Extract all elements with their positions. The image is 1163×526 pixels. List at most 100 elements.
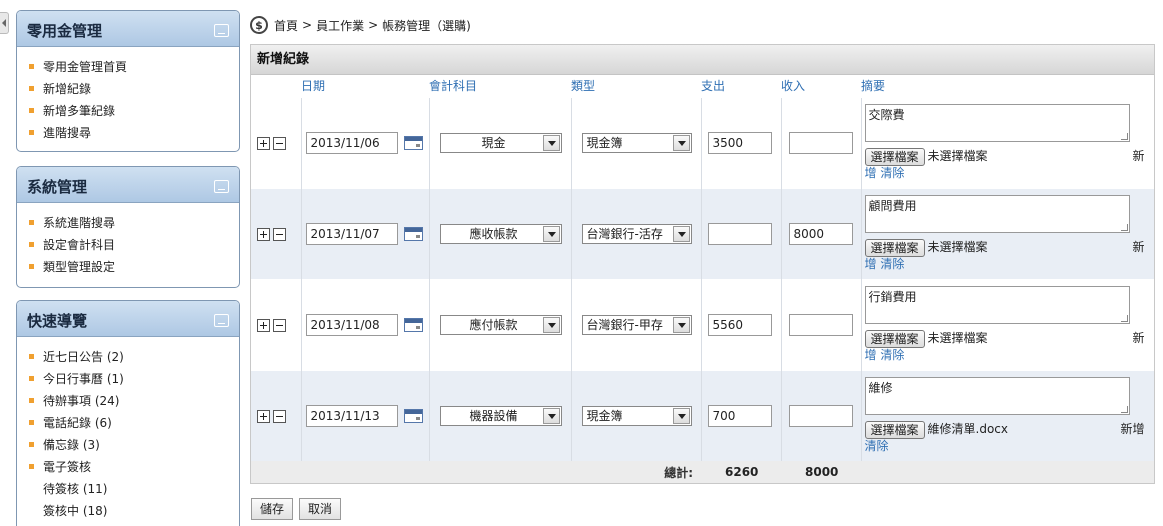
menu-item-calendar[interactable]: 今日行事曆 (1) <box>27 369 239 391</box>
add-attachment-link[interactable]: 新 <box>1132 237 1144 257</box>
account-select[interactable]: 現金 <box>439 132 562 153</box>
add-row-icon[interactable] <box>257 136 270 150</box>
add-attachment-link[interactable]: 新 <box>1132 146 1144 166</box>
file-name: 未選擇檔案 <box>927 240 988 254</box>
add-attachment-link[interactable]: 新增 <box>1120 419 1144 439</box>
menu-item-in-signoff[interactable]: 簽核中 (18) <box>27 501 239 523</box>
income-input[interactable] <box>788 222 853 245</box>
minimize-icon[interactable] <box>214 180 229 193</box>
save-button[interactable]: 儲存 <box>251 498 294 520</box>
menu-item-type-settings[interactable]: 類型管理設定 <box>27 257 239 279</box>
memo-textarea[interactable]: 行銷費用 <box>864 286 1130 324</box>
add-attachment-link-cont[interactable]: 增 <box>865 166 877 180</box>
type-select[interactable]: 現金簿 <box>581 405 692 426</box>
remove-row-icon[interactable] <box>273 136 286 150</box>
minimize-icon[interactable] <box>214 314 229 327</box>
menu-item-label: 簽核中 (18) <box>43 504 108 518</box>
form-actions: 儲存 取消 <box>251 498 347 520</box>
expense-input[interactable] <box>707 131 772 154</box>
menu-item-memo[interactable]: 備忘錄 (3) <box>27 435 239 457</box>
expense-input[interactable] <box>707 222 772 245</box>
panel-menu: 零用金管理首頁 新增紀錄 新增多筆紀錄 進階搜尋 <box>17 47 239 145</box>
resize-grip-icon[interactable] <box>1120 224 1128 231</box>
add-row-icon[interactable] <box>257 318 270 332</box>
resize-grip-icon[interactable] <box>1120 406 1128 414</box>
bullet-icon <box>29 108 34 113</box>
choose-file-button[interactable]: 選擇檔案 <box>864 329 925 348</box>
breadcrumb-section[interactable]: 員工作業 <box>316 17 364 34</box>
memo-textarea[interactable]: 顧問費用 <box>864 195 1130 233</box>
attachment-line: 選擇檔案 未選擇檔案 新 <box>864 237 1145 257</box>
date-input[interactable] <box>305 131 398 154</box>
breadcrumb-separator: > <box>368 18 379 32</box>
calendar-icon[interactable] <box>403 227 423 241</box>
account-select[interactable]: 機器設備 <box>439 405 562 426</box>
resize-grip-icon[interactable] <box>1120 133 1128 140</box>
menu-item-add-multiple[interactable]: 新增多筆紀錄 <box>27 101 239 123</box>
date-input[interactable] <box>305 222 398 245</box>
remove-row-icon[interactable] <box>273 318 286 332</box>
income-input[interactable] <box>788 313 853 336</box>
attachment-actions: 增 清除 <box>865 257 1155 272</box>
menu-item-phone-log[interactable]: 電話紀錄 (6) <box>27 413 239 435</box>
income-input[interactable] <box>788 404 853 427</box>
bullet-icon <box>29 86 34 91</box>
memo-textarea[interactable]: 交際費 <box>864 104 1130 142</box>
resize-grip-icon[interactable] <box>1120 315 1128 322</box>
add-attachment-link-cont[interactable]: 增 <box>865 257 877 271</box>
type-select[interactable]: 台灣銀行-甲存 <box>581 314 692 335</box>
memo-textarea[interactable]: 維修 <box>864 377 1130 416</box>
cancel-button[interactable]: 取消 <box>299 498 342 520</box>
remove-row-icon[interactable] <box>273 227 286 241</box>
menu-item-e-signoff[interactable]: 電子簽核 <box>27 457 239 479</box>
panel-menu: 近七日公告 (2) 今日行事曆 (1) 待辦事項 (24) 電話紀錄 (6) 備… <box>17 337 239 523</box>
menu-item-system-search[interactable]: 系統進階搜尋 <box>27 213 239 235</box>
dropdown-arrow-icon <box>672 407 690 424</box>
account-select[interactable]: 應付帳款 <box>439 314 562 335</box>
bullet-icon <box>29 398 34 403</box>
dropdown-arrow-icon <box>672 316 690 333</box>
minimize-icon[interactable] <box>214 24 229 37</box>
new-record-form: 新增紀錄 日期 會計科目 類型 支出 收入 摘要 現金 現金簿 <box>250 44 1155 484</box>
choose-file-button[interactable]: 選擇檔案 <box>864 147 925 166</box>
menu-item-accounts-setup[interactable]: 設定會計科目 <box>27 235 239 257</box>
bullet-icon <box>29 264 34 269</box>
menu-item-petty-cash-home[interactable]: 零用金管理首頁 <box>27 57 239 79</box>
expense-input[interactable] <box>707 404 772 427</box>
choose-file-button[interactable]: 選擇檔案 <box>864 238 925 257</box>
type-select[interactable]: 台灣銀行-活存 <box>581 223 692 244</box>
attachment-actions: 清除 <box>865 439 1155 454</box>
choose-file-button[interactable]: 選擇檔案 <box>864 420 925 439</box>
add-row-icon[interactable] <box>257 227 270 241</box>
menu-item-add-record[interactable]: 新增紀錄 <box>27 79 239 101</box>
clear-link[interactable]: 清除 <box>880 348 904 362</box>
date-input[interactable] <box>305 404 398 427</box>
clear-link[interactable]: 清除 <box>865 439 889 453</box>
table-row: 機器設備 現金簿 維修 選擇檔案維修清單.docx 新增 清除 <box>251 369 1155 461</box>
calendar-icon[interactable] <box>403 318 423 332</box>
income-input[interactable] <box>788 131 853 154</box>
date-input[interactable] <box>305 313 398 336</box>
type-select[interactable]: 現金簿 <box>581 132 692 153</box>
account-value: 應收帳款 <box>469 227 518 241</box>
dropdown-arrow-icon <box>672 225 690 242</box>
breadcrumb-home[interactable]: 首頁 <box>274 17 298 34</box>
add-row-icon[interactable] <box>257 409 270 423</box>
table-row: 應收帳款 台灣銀行-活存 顧問費用 選擇檔案未選擇檔案 新 增 清除 <box>251 187 1155 279</box>
menu-item-pending-signoff[interactable]: 待簽核 (11) <box>27 479 239 501</box>
menu-item-advanced-search[interactable]: 進階搜尋 <box>27 123 239 145</box>
remove-row-icon[interactable] <box>273 409 286 423</box>
menu-item-announcements[interactable]: 近七日公告 (2) <box>27 347 239 369</box>
calendar-icon[interactable] <box>403 409 423 424</box>
panel-quick-nav: 快速導覽 近七日公告 (2) 今日行事曆 (1) 待辦事項 (24) 電話紀錄 … <box>16 300 240 526</box>
add-attachment-link-cont[interactable]: 增 <box>865 348 877 362</box>
clear-link[interactable]: 清除 <box>880 257 904 271</box>
expense-input[interactable] <box>707 313 772 336</box>
account-select[interactable]: 應收帳款 <box>439 223 562 244</box>
bullet-icon <box>29 376 34 381</box>
menu-item-todo[interactable]: 待辦事項 (24) <box>27 391 239 413</box>
clear-link[interactable]: 清除 <box>880 166 904 180</box>
add-attachment-link[interactable]: 新 <box>1132 328 1144 348</box>
collapse-sidebar-handle[interactable] <box>0 12 9 34</box>
calendar-icon[interactable] <box>403 136 423 150</box>
